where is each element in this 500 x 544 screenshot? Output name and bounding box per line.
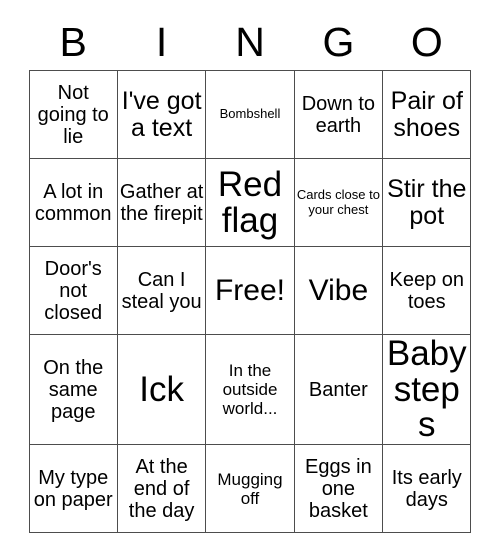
bingo-row: My type on paper At the end of the day M… <box>28 444 472 534</box>
bingo-cell[interactable]: Ick <box>116 333 207 446</box>
bingo-cell[interactable]: Can I steal you <box>116 246 207 335</box>
bingo-cell-label: Mugging off <box>217 469 283 508</box>
bingo-cell[interactable]: My type on paper <box>28 444 118 534</box>
bingo-cell-label: Stir the pot <box>387 174 467 230</box>
bingo-cell-label: Can I steal you <box>121 268 202 313</box>
bingo-cell-label: Pair of shoes <box>390 86 463 142</box>
bingo-cell-label: Baby steps <box>386 334 467 445</box>
bingo-cell[interactable]: Not going to lie <box>28 70 118 159</box>
bingo-cell-label: At the end of the day <box>128 455 195 522</box>
bingo-cell[interactable]: Down to earth <box>293 70 384 159</box>
bingo-cell-label: Gather at the firepit <box>119 180 204 225</box>
bingo-card: B I N G O Not going to lie I've got a te… <box>0 0 500 544</box>
bingo-cell[interactable]: Eggs in one basket <box>293 444 384 534</box>
bingo-cell[interactable]: At the end of the day <box>116 444 207 534</box>
bingo-cell-label: My type on paper <box>33 466 113 511</box>
header-letter-i: I <box>155 19 168 65</box>
header-letter-g: G <box>322 19 355 65</box>
bingo-cell[interactable]: Cards close to your chest <box>293 158 384 247</box>
bingo-cell-label: Not going to lie <box>37 81 109 148</box>
bingo-cell-label: Bombshell <box>219 106 281 122</box>
bingo-cell[interactable]: Pair of shoes <box>382 70 472 159</box>
bingo-cell-label: Door's not closed <box>44 257 103 324</box>
bingo-cell[interactable]: Banter <box>293 333 384 446</box>
header-letter-o: O <box>410 19 443 65</box>
bingo-cell-label: Its early days <box>391 466 462 511</box>
bingo-row: Not going to lie I've got a text Bombshe… <box>28 70 472 159</box>
bingo-cell[interactable]: Red flag <box>205 158 295 247</box>
bingo-cell[interactable]: Bombshell <box>205 70 295 159</box>
bingo-row: On the same page Ick In the outside worl… <box>28 333 472 446</box>
bingo-cell-label: Ick <box>139 369 184 409</box>
bingo-cell[interactable]: A lot in common <box>28 158 118 247</box>
bingo-cell-label: Eggs in one basket <box>305 455 372 522</box>
bingo-cell[interactable]: I've got a text <box>116 70 207 159</box>
bingo-cell[interactable]: Mugging off <box>205 444 295 534</box>
bingo-cell-label: Down to earth <box>301 92 376 137</box>
bingo-cell-free[interactable]: Free! <box>205 246 295 335</box>
bingo-cell-label: I've got a text <box>121 86 202 142</box>
bingo-cell-label: Free! <box>214 273 285 307</box>
bingo-cell[interactable]: Baby steps <box>382 333 472 446</box>
bingo-cell-label: Keep on toes <box>389 268 465 313</box>
bingo-cell-label: Cards close to your chest <box>296 186 380 217</box>
header-letter-n: N <box>235 19 265 65</box>
bingo-cell[interactable]: On the same page <box>28 333 118 446</box>
bingo-row: A lot in common Gather at the firepit Re… <box>28 158 472 247</box>
bingo-cell[interactable]: Stir the pot <box>382 158 472 247</box>
bingo-cell-label: On the same page <box>43 356 104 423</box>
bingo-cell[interactable]: Keep on toes <box>382 246 472 335</box>
bingo-grid: Not going to lie I've got a text Bombshe… <box>28 70 472 534</box>
bingo-cell[interactable]: Its early days <box>382 444 472 534</box>
bingo-cell-label: Banter <box>308 378 368 401</box>
bingo-cell-label: Red flag <box>217 164 283 240</box>
bingo-cell-label: In the outside world... <box>222 360 278 419</box>
bingo-header: B I N G O <box>29 0 471 66</box>
header-letter-b: B <box>59 19 87 65</box>
bingo-cell-label: Vibe <box>308 273 369 307</box>
bingo-row: Door's not closed Can I steal you Free! … <box>28 246 472 335</box>
bingo-cell-label: A lot in common <box>34 180 112 225</box>
bingo-cell[interactable]: Gather at the firepit <box>116 158 207 247</box>
bingo-cell[interactable]: Vibe <box>293 246 384 335</box>
bingo-cell[interactable]: In the outside world... <box>205 333 295 446</box>
bingo-cell[interactable]: Door's not closed <box>28 246 118 335</box>
